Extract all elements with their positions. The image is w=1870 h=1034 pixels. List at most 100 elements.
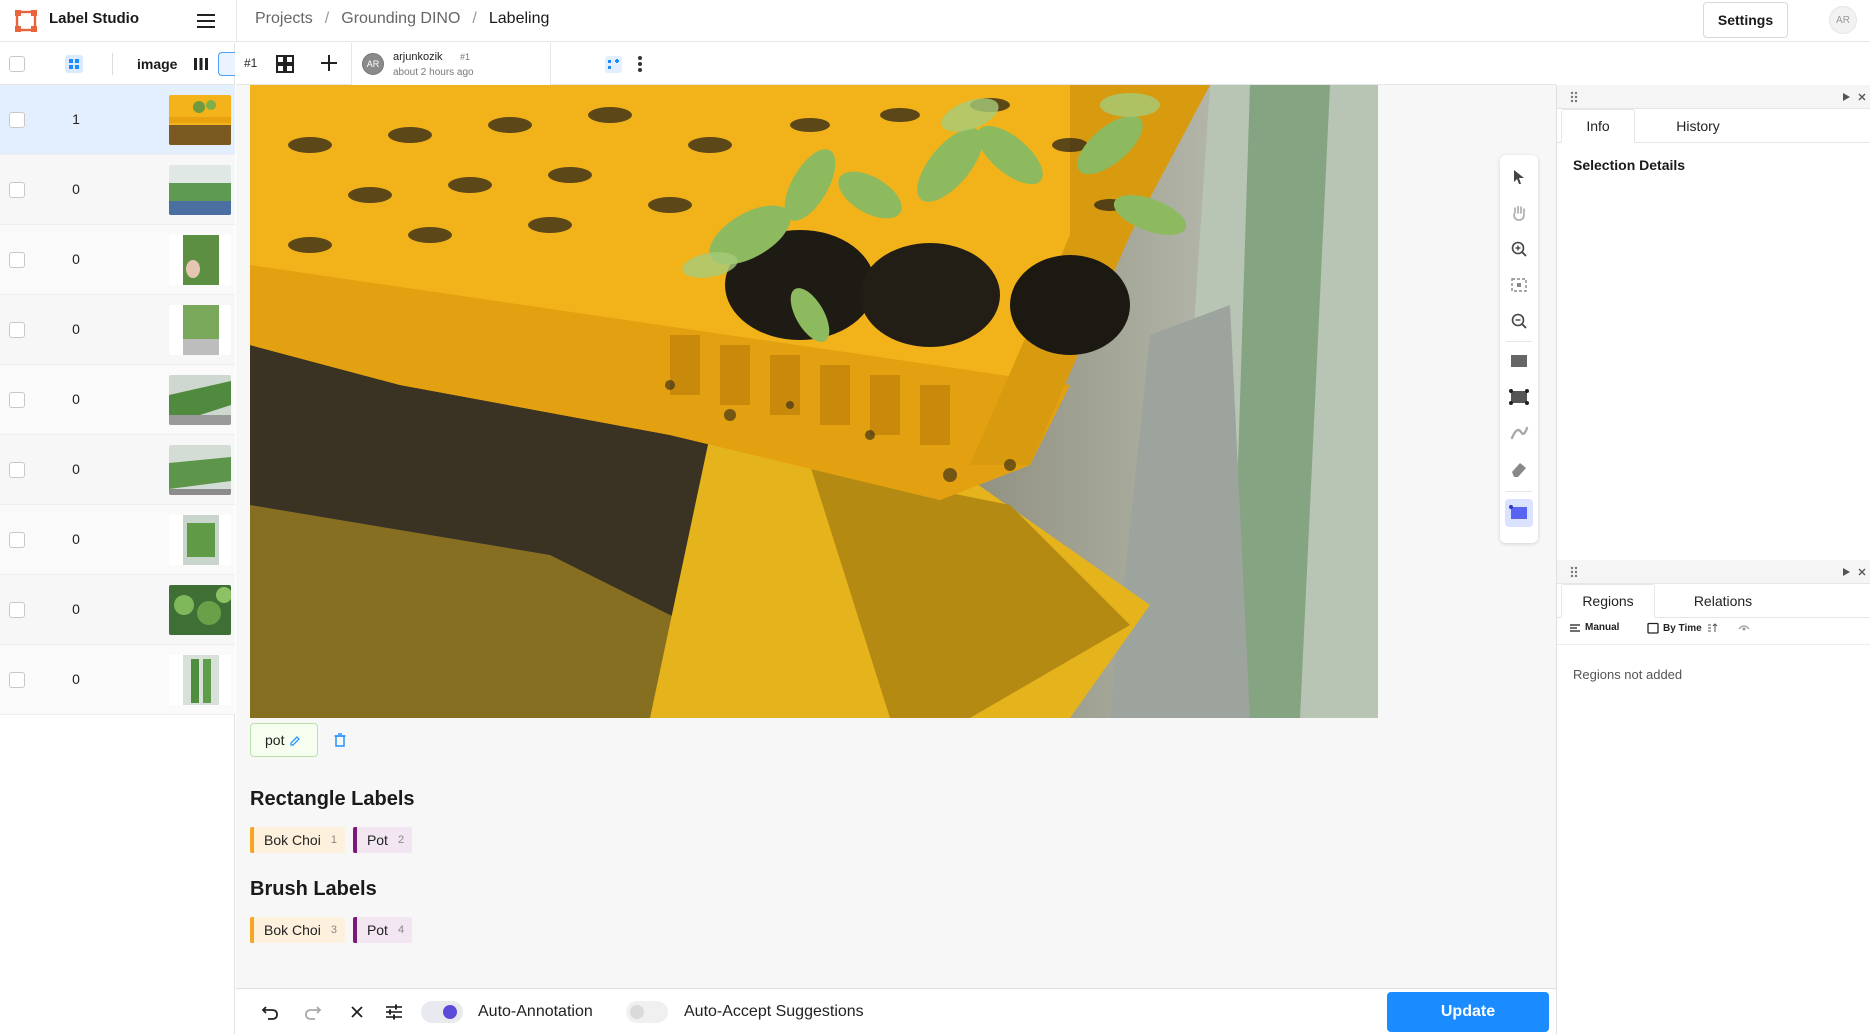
breadcrumb-current: Labeling xyxy=(488,10,550,27)
task-rows: 1 0 0 0 0 0 0 0 0 xyxy=(0,85,235,715)
close-panel-icon[interactable] xyxy=(1856,91,1868,103)
settings-sliders-icon[interactable] xyxy=(383,1001,405,1023)
hamburger-menu-icon[interactable] xyxy=(194,9,218,33)
task-row[interactable]: 0 xyxy=(0,435,235,505)
brush-tool-icon[interactable] xyxy=(1505,419,1533,447)
auto-accept-toggle[interactable] xyxy=(626,1001,668,1023)
drag-handle-icon[interactable] xyxy=(1569,565,1579,579)
tab-history[interactable]: History xyxy=(1647,109,1749,143)
collapse-panel-icon[interactable] xyxy=(1840,566,1852,578)
drag-handle-icon[interactable] xyxy=(1569,90,1579,104)
collapse-panel-icon[interactable] xyxy=(1840,91,1852,103)
prediction-icon[interactable] xyxy=(605,56,622,73)
column-header-image[interactable]: image xyxy=(137,56,177,72)
breadcrumb-separator: / xyxy=(324,10,330,27)
tool-palette xyxy=(1500,155,1538,543)
annotator-avatar: AR xyxy=(362,53,384,75)
brush-labels-title: Brush Labels xyxy=(250,878,377,900)
brush-labels-group: Bok Choi 3 Pot 4 xyxy=(250,917,413,943)
image-canvas[interactable] xyxy=(250,85,1378,718)
zoom-out-icon[interactable] xyxy=(1505,307,1533,335)
row-checkbox[interactable] xyxy=(9,252,25,268)
zoom-in-icon[interactable] xyxy=(1505,235,1533,263)
select-all-checkbox[interactable] xyxy=(9,56,25,72)
regions-toolbar: Manual By Time xyxy=(1557,615,1870,645)
grid-view-icon[interactable] xyxy=(64,54,84,74)
row-checkbox[interactable] xyxy=(9,602,25,618)
label-hotkey: 4 xyxy=(397,924,405,936)
row-checkbox[interactable] xyxy=(9,322,25,338)
task-row[interactable]: 1 xyxy=(0,85,235,155)
breadcrumb-projects[interactable]: Projects xyxy=(255,10,313,28)
settings-button[interactable]: Settings xyxy=(1703,2,1788,38)
delete-region-trash-icon[interactable] xyxy=(331,731,349,749)
user-avatar[interactable]: AR xyxy=(1829,6,1857,34)
task-row[interactable]: 0 xyxy=(0,365,235,435)
auto-annotation-label: Auto-Annotation xyxy=(478,1003,593,1020)
more-options-icon[interactable] xyxy=(635,53,645,75)
tab-relations[interactable]: Relations xyxy=(1669,584,1777,618)
tab-info[interactable]: Info xyxy=(1561,109,1635,143)
sort-by-time-label: By Time xyxy=(1663,622,1702,634)
reset-close-icon[interactable] xyxy=(346,1001,368,1023)
info-toggle-button[interactable] xyxy=(218,52,235,76)
annotation-tab[interactable]: AR arjunkozik #1 about 2 hours ago xyxy=(351,43,642,85)
label-name: Bok Choi xyxy=(264,922,321,938)
annotation-count: 0 xyxy=(72,671,80,687)
breadcrumb-project[interactable]: Grounding DINO xyxy=(341,10,460,28)
close-panel-icon[interactable] xyxy=(1856,566,1868,578)
pan-hand-tool-icon[interactable] xyxy=(1505,199,1533,227)
annotation-time: about 2 hours ago xyxy=(393,67,474,78)
task-row[interactable]: 0 xyxy=(0,575,235,645)
label-studio-logo-icon[interactable] xyxy=(14,9,38,33)
label-bok-choi[interactable]: Bok Choi 3 xyxy=(250,917,345,943)
row-checkbox[interactable] xyxy=(9,182,25,198)
visibility-toggle-icon[interactable] xyxy=(1737,622,1751,634)
sort-by-time-button[interactable]: By Time xyxy=(1647,622,1718,634)
row-checkbox[interactable] xyxy=(9,462,25,478)
annotation-count: 0 xyxy=(72,321,80,337)
row-checkbox[interactable] xyxy=(9,672,25,688)
eraser-tool-icon[interactable] xyxy=(1505,455,1533,483)
label-bok-choi[interactable]: Bok Choi 1 xyxy=(250,827,345,853)
task-thumbnail xyxy=(169,515,231,565)
label-hotkey: 3 xyxy=(330,924,337,936)
task-thumbnail xyxy=(169,585,231,635)
task-row[interactable]: 0 xyxy=(0,645,235,715)
label-pot[interactable]: Pot 4 xyxy=(352,917,413,943)
add-annotation-icon[interactable] xyxy=(318,52,340,74)
auto-annotation-toggle[interactable] xyxy=(421,1001,463,1023)
undo-icon[interactable] xyxy=(259,1001,281,1023)
task-row[interactable]: 0 xyxy=(0,225,235,295)
annotations-grid-icon[interactable] xyxy=(274,53,296,75)
task-thumbnail xyxy=(169,655,231,705)
toggle-knob xyxy=(630,1005,644,1019)
update-button[interactable]: Update xyxy=(1387,992,1549,1032)
task-thumbnail xyxy=(169,95,231,145)
rectangle-labels-title: Rectangle Labels xyxy=(250,788,415,810)
pointer-tool-icon[interactable] xyxy=(1505,163,1533,191)
rectangle-3point-tool-icon[interactable] xyxy=(1505,383,1533,411)
redo-icon[interactable] xyxy=(302,1001,324,1023)
columns-icon[interactable] xyxy=(191,54,211,74)
task-row[interactable]: 0 xyxy=(0,155,235,225)
task-row[interactable]: 0 xyxy=(0,505,235,575)
sort-manual-button[interactable]: Manual xyxy=(1569,622,1619,633)
task-row[interactable]: 0 xyxy=(0,295,235,365)
rectangle-tool-icon[interactable] xyxy=(1505,347,1533,375)
smart-rectangle-tool-icon[interactable] xyxy=(1505,499,1533,527)
annotation-count: 0 xyxy=(72,391,80,407)
label-name: Bok Choi xyxy=(264,832,321,848)
task-thumbnail xyxy=(169,375,231,425)
edit-pencil-icon[interactable] xyxy=(289,734,301,746)
annotation-count: 0 xyxy=(72,251,80,267)
annotation-count: 0 xyxy=(72,531,80,547)
annotation-count: 0 xyxy=(72,601,80,617)
row-checkbox[interactable] xyxy=(9,392,25,408)
label-pot[interactable]: Pot 2 xyxy=(352,827,413,853)
tab-regions[interactable]: Regions xyxy=(1561,584,1655,618)
region-label-chip[interactable]: pot xyxy=(250,723,318,757)
row-checkbox[interactable] xyxy=(9,112,25,128)
zoom-to-fit-icon[interactable] xyxy=(1505,271,1533,299)
row-checkbox[interactable] xyxy=(9,532,25,548)
